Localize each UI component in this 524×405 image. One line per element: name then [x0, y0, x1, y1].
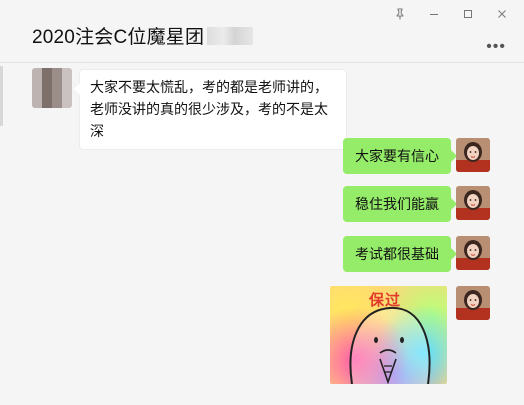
message-bubble-outgoing[interactable]: 大家要有信心	[343, 138, 457, 174]
sticker-message[interactable]: 保过	[330, 286, 447, 384]
sender-avatar[interactable]	[32, 68, 72, 108]
sticker-caption: 保过	[369, 292, 402, 309]
more-icon[interactable]: •••	[486, 38, 506, 56]
chat-window: 2020注会C位魔星团 ••• 大家不要太慌乱，考的都是老师讲的，老师没讲的真的…	[0, 0, 524, 405]
my-avatar[interactable]	[456, 236, 490, 270]
close-icon[interactable]	[494, 6, 510, 22]
my-avatar[interactable]	[456, 286, 490, 320]
title-redacted-blur	[207, 26, 254, 45]
pin-icon[interactable]	[392, 6, 408, 22]
my-avatar[interactable]	[456, 138, 490, 172]
message-bubble-incoming[interactable]: 大家不要太慌乱，考的都是老师讲的，老师没讲的真的很少涉及，考的不是太深	[74, 69, 347, 150]
window-controls	[392, 6, 510, 22]
my-avatar[interactable]	[456, 186, 490, 220]
sidebar-edge	[0, 66, 3, 126]
maximize-icon[interactable]	[460, 6, 476, 22]
chat-title: 2020注会C位魔星团	[32, 27, 205, 48]
chat-title-area: 2020注会C位魔星团	[32, 22, 254, 49]
message-bubble-outgoing[interactable]: 考试都很基础	[343, 236, 457, 272]
message-bubble-outgoing[interactable]: 稳住我们能赢	[343, 186, 457, 222]
minimize-icon[interactable]	[426, 6, 442, 22]
